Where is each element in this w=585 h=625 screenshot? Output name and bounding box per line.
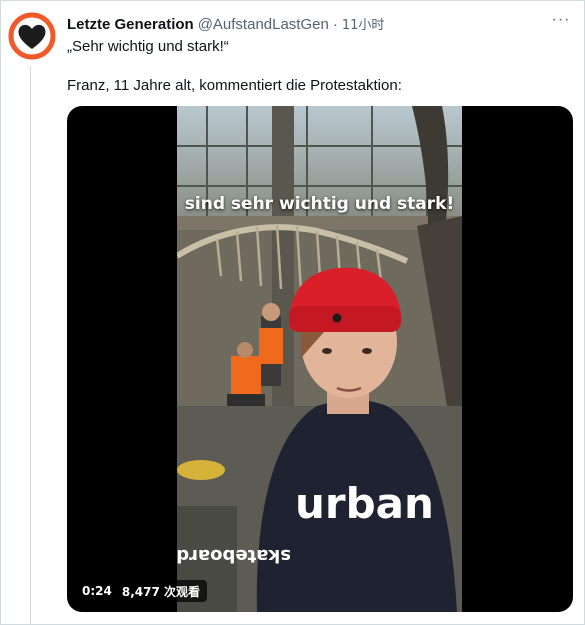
video-player[interactable]: urban skateboards sind sehr wichtig und … bbox=[67, 106, 573, 612]
video-frame[interactable]: urban skateboards sind sehr wichtig und … bbox=[177, 106, 462, 612]
thread-connector-line bbox=[30, 66, 31, 625]
heart-logo-icon bbox=[8, 12, 56, 60]
video-still: urban skateboards bbox=[177, 106, 462, 612]
tweet-text-line-2: Franz, 11 Jahre alt, kommentiert die Pro… bbox=[67, 77, 402, 94]
video-stats-badge: 0:24 8,477 次观看 bbox=[75, 580, 207, 602]
header-separator: · bbox=[332, 16, 338, 33]
video-caption: sind sehr wichtig und stark! bbox=[184, 194, 455, 214]
tweet-header: Letzte Generation @AufstandLastGen · 11小… bbox=[67, 14, 384, 34]
tweet-text-line-1: „Sehr wichtig und stark!“ bbox=[67, 38, 229, 55]
tweet-timestamp[interactable]: 11小时 bbox=[342, 14, 385, 33]
video-duration: 0:24 bbox=[82, 584, 112, 598]
svg-text:skateboards: skateboards bbox=[177, 545, 291, 566]
avatar[interactable] bbox=[8, 12, 56, 60]
author-display-name[interactable]: Letzte Generation bbox=[67, 16, 194, 33]
video-view-count: 8,477 次观看 bbox=[121, 584, 200, 599]
more-options-icon[interactable]: ··· bbox=[548, 12, 574, 32]
svg-text:urban: urban bbox=[295, 479, 434, 528]
author-handle[interactable]: @AufstandLastGen bbox=[198, 16, 329, 33]
